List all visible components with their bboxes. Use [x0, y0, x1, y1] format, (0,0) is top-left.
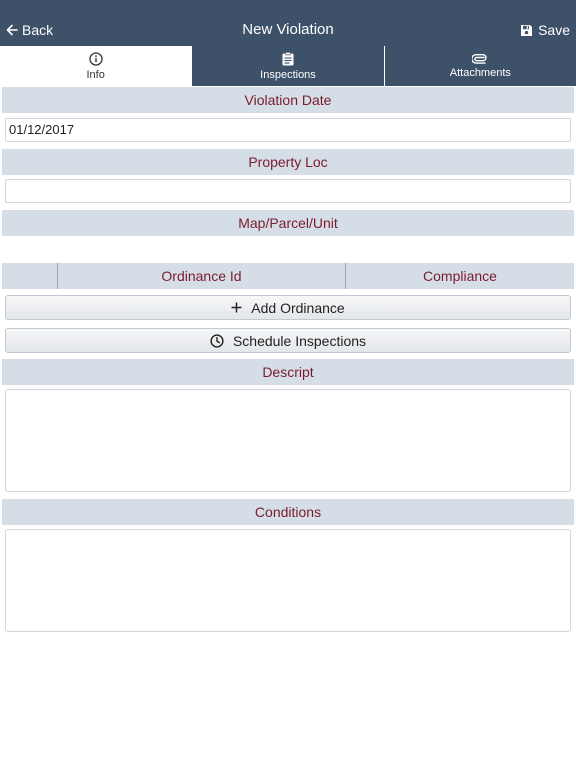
descript-header: Descript — [2, 359, 574, 385]
conditions-header: Conditions — [2, 499, 574, 525]
clipboard-icon — [282, 51, 294, 65]
column-header-compliance: Compliance — [423, 268, 497, 284]
schedule-inspections-label: Schedule Inspections — [232, 332, 367, 349]
tab-inspections-label: Inspections — [260, 68, 316, 81]
column-header-ordinance-id: Ordinance Id — [58, 263, 346, 289]
tab-info-label: Info — [86, 68, 105, 81]
property-loc-field[interactable] — [5, 179, 571, 203]
tab-bar: Info Inspections Attachments — [0, 46, 576, 86]
clock-icon — [210, 333, 224, 348]
property-loc-header: Property Loc — [2, 149, 574, 175]
ordinance-table-header: Ordinance Id Compliance — [2, 263, 574, 289]
add-ordinance-button[interactable]: Add Ordinance — [5, 295, 571, 320]
conditions-textarea[interactable] — [5, 529, 571, 632]
save-label: Save — [538, 22, 570, 38]
tab-attachments-label: Attachments — [449, 66, 511, 79]
schedule-inspections-button[interactable]: Schedule Inspections — [5, 328, 571, 353]
info-circle-icon — [89, 51, 103, 66]
save-button[interactable]: Save — [520, 20, 570, 40]
violation-date-header: Violation Date — [2, 87, 574, 113]
violation-date-field[interactable]: 01/12/2017 — [5, 118, 571, 142]
paperclip-icon — [472, 53, 487, 64]
add-ordinance-label: Add Ordinance — [251, 299, 345, 316]
descript-textarea[interactable] — [5, 389, 571, 492]
tab-inspections[interactable]: Inspections — [191, 46, 383, 86]
map-parcel-unit-header: Map/Parcel/Unit — [2, 210, 574, 236]
nav-bar: Back New Violation Save — [0, 0, 576, 46]
column-header-blank — [2, 263, 58, 289]
tab-attachments[interactable]: Attachments — [383, 46, 576, 86]
floppy-disk-icon — [521, 24, 533, 36]
page-title: New Violation — [242, 21, 334, 38]
plus-icon — [231, 302, 242, 313]
tab-info[interactable]: Info — [0, 46, 192, 86]
